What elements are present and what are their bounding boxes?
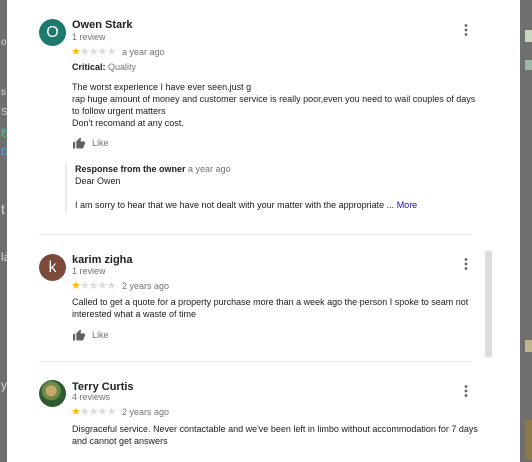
- more-link[interactable]: More: [397, 200, 418, 210]
- review-text: Called to get a quote for a property pur…: [72, 297, 469, 319]
- star-empty-icon: ★★★★: [79, 46, 116, 58]
- avatar[interactable]: k: [39, 254, 66, 281]
- review-text-line: Don't recomand at any cost.: [72, 118, 184, 128]
- background-page-right: [520, 0, 532, 462]
- like-button[interactable]: Like: [72, 329, 109, 341]
- star-rating: ★★★★★: [71, 405, 116, 418]
- divider: [39, 361, 472, 362]
- more-options-icon[interactable]: [459, 384, 473, 398]
- reviewer-name[interactable]: karim zigha: [72, 254, 133, 266]
- owner-response-greeting: Dear Owen: [75, 176, 121, 186]
- star-empty-icon: ★★★★: [79, 406, 116, 418]
- star-rating: ★★★★★: [71, 279, 116, 292]
- profile-photo-icon[interactable]: [39, 380, 66, 407]
- more-options-icon[interactable]: [459, 257, 473, 271]
- review-count: 4 reviews: [72, 392, 111, 402]
- review-time: 2 years ago: [122, 281, 170, 291]
- review-time: a year ago: [122, 47, 165, 57]
- review-text: Disgraceful service. Never contactable a…: [72, 424, 478, 446]
- reviewer-name[interactable]: Owen Stark: [72, 19, 133, 31]
- star-rating: ★★★★★: [71, 45, 116, 58]
- attribute-label: Critical:: [72, 62, 106, 72]
- thumbs-up-icon: [73, 329, 85, 341]
- background-thumbnail: [525, 340, 532, 352]
- star-filled-icon: ★: [71, 406, 81, 418]
- owner-response: Response from the owner a year ago Dear …: [65, 163, 477, 213]
- review-card: Terry Curtis 4 reviews ★★★★★ 2 years ago…: [39, 380, 481, 462]
- like-label: Like: [92, 138, 109, 148]
- review-time: 2 years ago: [122, 407, 170, 417]
- like-button[interactable]: Like: [72, 137, 109, 149]
- background-text-fragment: t: [1, 201, 5, 217]
- attribute-value: Quality: [108, 62, 137, 72]
- avatar[interactable]: O: [39, 19, 66, 46]
- review-card: k karim zigha 1 review ★★★★★ 2 years ago…: [39, 254, 481, 354]
- owner-response-time: a year ago: [188, 164, 231, 174]
- scrollbar-thumb[interactable]: [485, 251, 492, 357]
- review-count: 1 review: [72, 266, 106, 276]
- owner-response-title: Response from the owner: [75, 164, 186, 174]
- review-text: The worst experience I have ever seen.ju…: [72, 81, 482, 129]
- reviews-dialog: O Owen Stark 1 review ★★★★★ a year ago C…: [7, 0, 520, 462]
- thumbs-up-icon: [73, 137, 85, 149]
- background-thumbnail: [525, 60, 532, 70]
- background-text-fragment: s: [1, 87, 6, 98]
- review-attribute: Critical: Quality: [72, 62, 136, 72]
- owner-response-text: I am sorry to hear that we have not deal…: [75, 200, 395, 210]
- divider: [39, 234, 472, 235]
- review-text-line: The worst experience I have ever seen.ju…: [72, 82, 252, 92]
- background-thumbnail: [525, 420, 532, 460]
- background-text-fragment: o: [1, 37, 7, 48]
- review-text-line: rap huge amount of money and customer se…: [72, 94, 476, 116]
- star-empty-icon: ★★★★: [79, 280, 116, 292]
- review-count: 1 review: [72, 32, 106, 42]
- background-thumbnail: [525, 30, 532, 42]
- star-filled-icon: ★: [71, 280, 81, 292]
- more-options-icon[interactable]: [459, 23, 473, 37]
- like-label: Like: [92, 330, 109, 340]
- review-card: O Owen Stark 1 review ★★★★★ a year ago C…: [39, 19, 481, 229]
- star-filled-icon: ★: [71, 46, 81, 58]
